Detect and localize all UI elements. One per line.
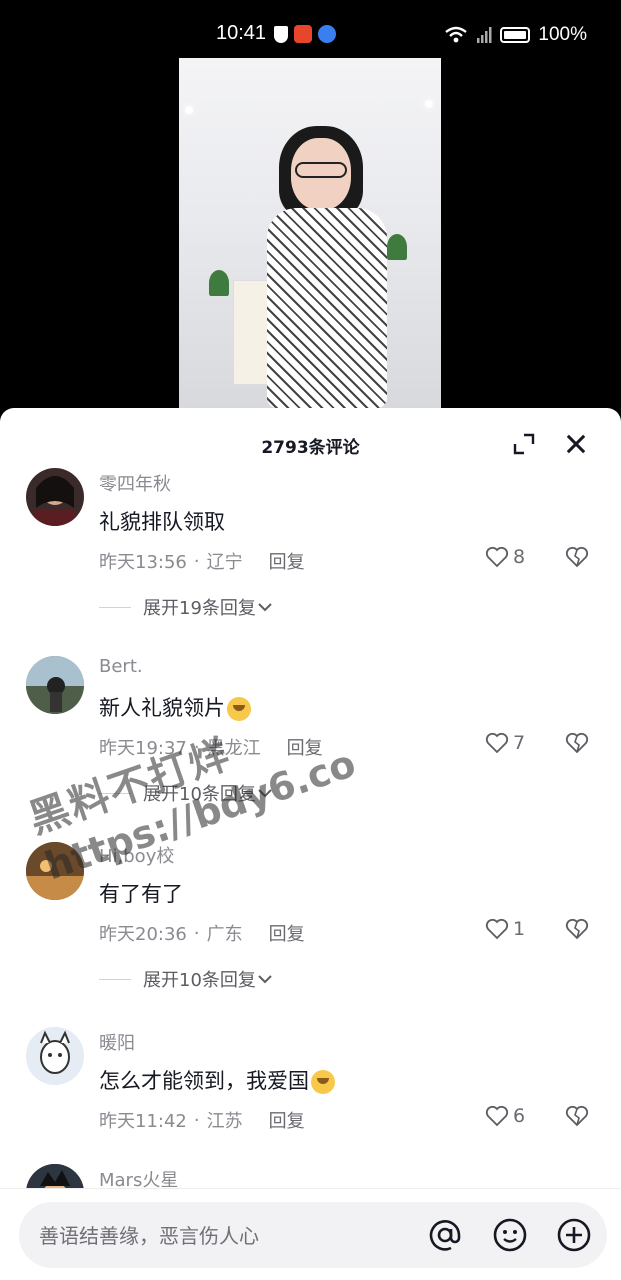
like-count: 8 bbox=[513, 546, 526, 568]
like-count: 1 bbox=[513, 918, 526, 940]
chevron-down-icon bbox=[258, 975, 272, 984]
comment-meta: 昨天13:56 · 辽宁 回复 bbox=[99, 548, 305, 574]
avatar[interactable] bbox=[26, 1027, 84, 1085]
shield-icon bbox=[274, 25, 288, 43]
reply-button[interactable]: 回复 bbox=[287, 734, 323, 760]
reply-button[interactable]: 回复 bbox=[269, 920, 305, 946]
ceiling-light bbox=[185, 106, 193, 114]
emoji-icon[interactable] bbox=[492, 1217, 528, 1253]
mention-icon[interactable] bbox=[427, 1217, 463, 1253]
plant bbox=[387, 234, 407, 260]
avatar[interactable] bbox=[26, 656, 84, 714]
comment-text: 新人礼貌领片 bbox=[99, 692, 251, 722]
battery-percent: 100% bbox=[538, 24, 587, 45]
fullscreen-icon[interactable] bbox=[512, 432, 536, 456]
comment-text: 有了有了 bbox=[99, 882, 183, 906]
comment-date: 昨天19:37 bbox=[99, 738, 187, 759]
status-notification-icons bbox=[274, 25, 336, 43]
comment-username[interactable]: Bert. bbox=[99, 656, 143, 677]
comment-meta: 昨天11:42 · 江苏 回复 bbox=[99, 1107, 305, 1133]
comments-panel: 2793条评论 零四年秋 礼貌排队领取 昨天13:56 · 辽宁 回复 8 展开… bbox=[0, 408, 621, 1280]
chevron-down-icon bbox=[258, 789, 272, 798]
broken-heart-icon[interactable] bbox=[565, 918, 589, 940]
comment-date: 昨天13:56 bbox=[99, 552, 187, 573]
expand-replies-button[interactable]: 展开19条回复 bbox=[99, 594, 274, 620]
comment-text: 礼貌排队领取 bbox=[99, 510, 225, 534]
comment-date: 昨天11:42 bbox=[99, 1111, 187, 1132]
comments-header: 2793条评论 bbox=[0, 408, 621, 480]
signal-icon bbox=[477, 27, 492, 43]
plant bbox=[209, 270, 229, 296]
expand-replies-label: 展开10条回复 bbox=[143, 784, 256, 805]
like-button[interactable]: 6 bbox=[485, 1105, 525, 1127]
chevron-down-icon bbox=[258, 603, 272, 612]
comment-location: 广东 bbox=[206, 924, 243, 945]
comment-text: 怎么才能领到，我爱国 bbox=[99, 1065, 335, 1095]
like-count: 6 bbox=[513, 1105, 526, 1127]
comment-location: 黑龙江 bbox=[206, 738, 261, 759]
add-icon[interactable] bbox=[556, 1217, 592, 1253]
comment-input-bar bbox=[0, 1188, 621, 1280]
status-right: 100% bbox=[444, 24, 587, 46]
comment-input[interactable] bbox=[39, 1222, 419, 1250]
person-dress bbox=[267, 208, 387, 408]
comment-username[interactable]: 零四年秋 bbox=[99, 470, 171, 496]
close-icon[interactable] bbox=[562, 430, 590, 458]
heart-icon bbox=[485, 546, 509, 568]
heart-icon bbox=[485, 732, 509, 754]
expand-replies-label: 展开10条回复 bbox=[143, 970, 256, 991]
browser-notification-icon bbox=[318, 25, 336, 43]
emoji-pleading-icon bbox=[227, 697, 251, 721]
video-player[interactable] bbox=[0, 58, 621, 408]
comment-meta: 昨天19:37 · 黑龙江 回复 bbox=[99, 734, 323, 760]
status-bar: 10:41 100% bbox=[0, 0, 621, 58]
comment-username[interactable]: Hi,boy校 bbox=[99, 842, 174, 868]
reply-button[interactable]: 回复 bbox=[269, 548, 305, 574]
like-button[interactable]: 1 bbox=[485, 918, 525, 940]
avatar[interactable] bbox=[26, 468, 84, 526]
expand-replies-button[interactable]: 展开10条回复 bbox=[99, 966, 274, 992]
comment-meta: 昨天20:36 · 广东 回复 bbox=[99, 920, 305, 946]
heart-icon bbox=[485, 918, 509, 940]
avatar[interactable] bbox=[26, 842, 84, 900]
expand-replies-label: 展开19条回复 bbox=[143, 598, 256, 619]
app-notification-icon bbox=[294, 25, 312, 43]
like-count: 7 bbox=[513, 732, 526, 754]
status-time: 10:41 bbox=[216, 22, 267, 44]
person-glasses bbox=[295, 162, 347, 178]
video-frame[interactable] bbox=[179, 58, 441, 408]
comment-location: 辽宁 bbox=[206, 552, 243, 573]
emoji-crying-icon bbox=[311, 1070, 335, 1094]
like-button[interactable]: 7 bbox=[485, 732, 525, 754]
broken-heart-icon[interactable] bbox=[565, 1105, 589, 1127]
reply-button[interactable]: 回复 bbox=[269, 1107, 305, 1133]
comment-input-container[interactable] bbox=[19, 1202, 607, 1268]
like-button[interactable]: 8 bbox=[485, 546, 525, 568]
broken-heart-icon[interactable] bbox=[565, 732, 589, 754]
comment-username[interactable]: 暖阳 bbox=[99, 1029, 135, 1055]
expand-replies-button[interactable]: 展开10条回复 bbox=[99, 780, 274, 806]
broken-heart-icon[interactable] bbox=[565, 546, 589, 568]
comment-date: 昨天20:36 bbox=[99, 924, 187, 945]
ceiling-light bbox=[425, 100, 433, 108]
battery-icon bbox=[500, 27, 531, 43]
wifi-icon bbox=[445, 26, 468, 43]
heart-icon bbox=[485, 1105, 509, 1127]
comment-location: 江苏 bbox=[206, 1111, 243, 1132]
